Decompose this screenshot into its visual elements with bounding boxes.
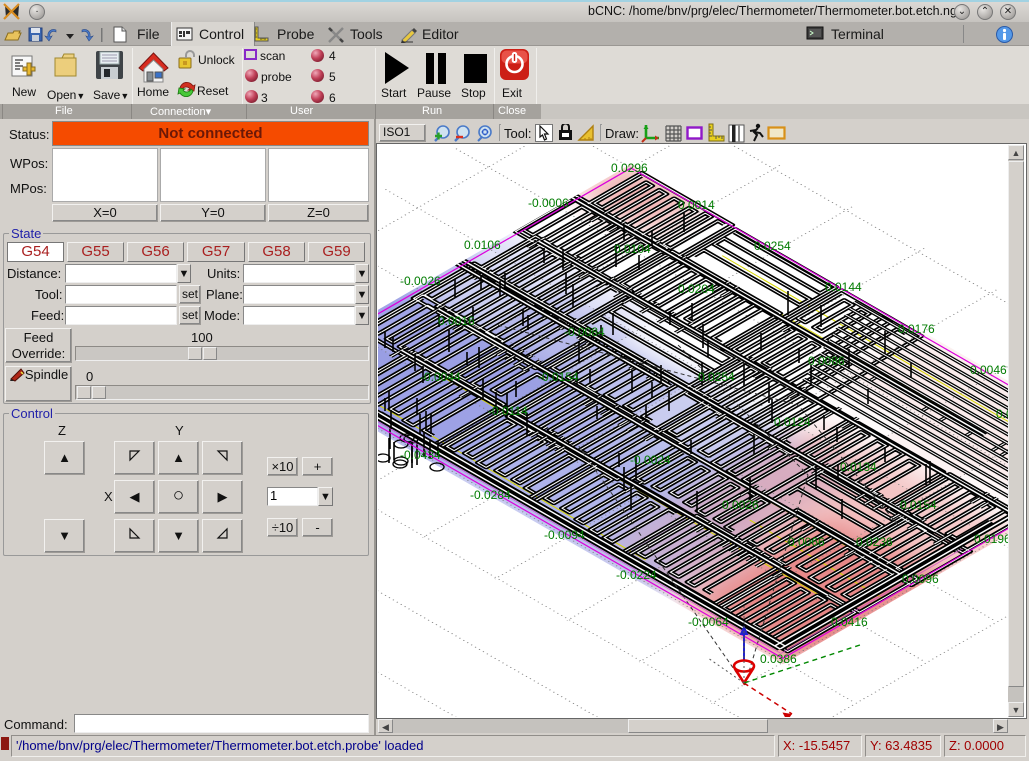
svg-text:0.0154: 0.0154 (900, 498, 937, 512)
svg-text:-0.0026: -0.0026 (400, 274, 441, 288)
svg-text:-0.0154: -0.0154 (538, 370, 579, 384)
svg-text:-0.0084: -0.0084 (564, 325, 605, 339)
svg-text:-0.0044: -0.0044 (420, 370, 461, 384)
svg-text:0.0014: 0.0014 (678, 198, 715, 212)
svg-text:-0.0006: -0.0006 (528, 196, 569, 210)
svg-text:0.0096: 0.0096 (902, 572, 939, 586)
svg-text:-0.0434: -0.0434 (400, 448, 441, 462)
svg-text:0.0254: 0.0254 (754, 239, 791, 253)
svg-text:-0.0064: -0.0064 (688, 615, 729, 629)
svg-text:0.0016: 0.0016 (438, 314, 475, 328)
svg-text:-0.0094: -0.0094 (544, 528, 585, 542)
svg-text:0.0386: 0.0386 (760, 652, 797, 666)
svg-text:0.0196: 0.0196 (974, 532, 1008, 546)
svg-text:0.0254: 0.0254 (698, 370, 735, 384)
svg-text:0.0204: 0.0204 (678, 282, 715, 296)
svg-text:0.0296: 0.0296 (611, 161, 648, 175)
svg-text:-0.0114: -0.0114 (488, 404, 528, 418)
svg-text:0.0124: 0.0124 (774, 415, 811, 429)
svg-text:0.0236: 0.0236 (856, 535, 893, 549)
svg-text:-0.0284: -0.0284 (470, 488, 511, 502)
svg-text:0.0104: 0.0104 (614, 242, 651, 256)
svg-text:0.0144: 0.0144 (825, 280, 862, 294)
svg-text:0.0046: 0.0046 (970, 363, 1007, 377)
svg-text:-0.0224: -0.0224 (616, 568, 657, 582)
svg-text:0.0086: 0.0086 (808, 354, 845, 368)
svg-text:0.0066: 0.0066 (788, 535, 825, 549)
svg-text:-0.0024: -0.0024 (630, 453, 671, 467)
svg-text:0.0026: 0.0026 (722, 498, 759, 512)
svg-text:0.0416: 0.0416 (831, 615, 868, 629)
svg-text:0.005: 0.005 (996, 407, 1008, 421)
svg-text:0.0106: 0.0106 (464, 238, 501, 252)
svg-text:0.0134: 0.0134 (840, 460, 877, 474)
svg-text:0.0176: 0.0176 (898, 322, 935, 336)
